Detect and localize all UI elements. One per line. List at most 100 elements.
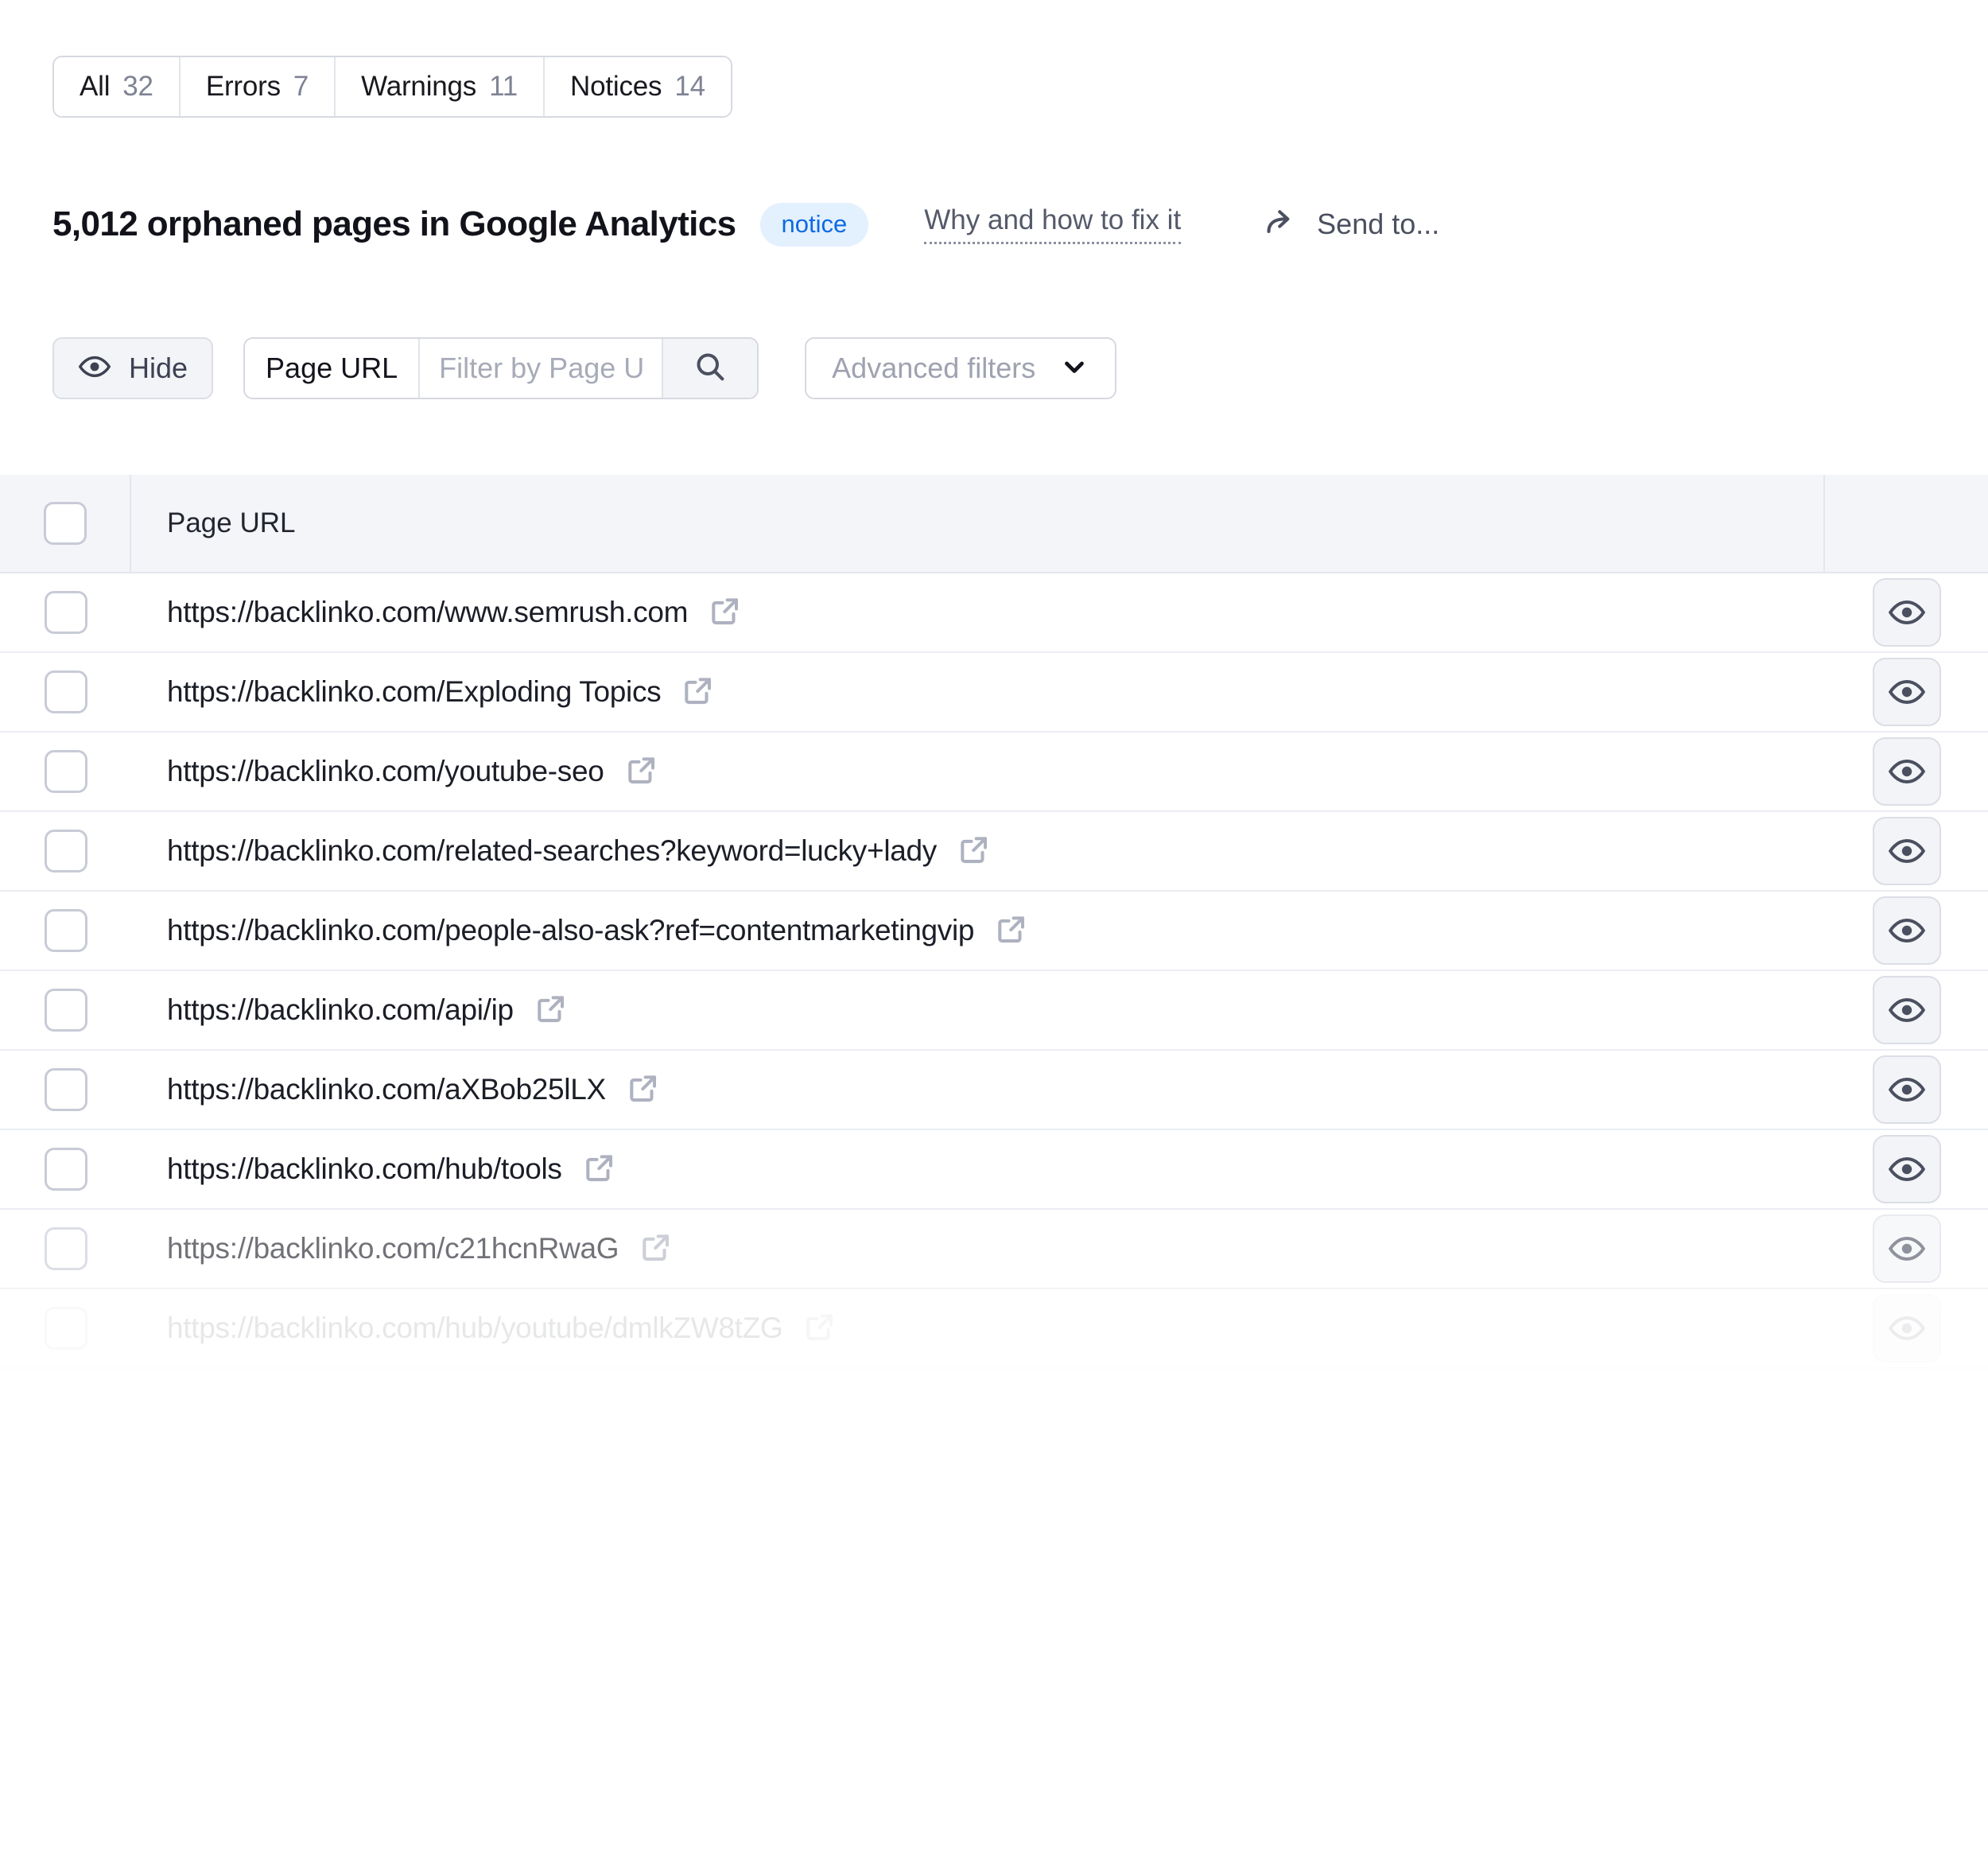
page-url-text: https://backlinko.com/c21hcnRwaG <box>167 1232 619 1265</box>
row-select-cell <box>0 1210 131 1288</box>
row-hide-button[interactable] <box>1872 976 1941 1044</box>
select-all-cell <box>0 475 131 572</box>
row-checkbox[interactable] <box>44 989 87 1032</box>
hide-button[interactable]: Hide <box>52 337 214 399</box>
row-url-cell: https://backlinko.com/related-searches?k… <box>131 812 1825 890</box>
advanced-filters-dropdown[interactable]: Advanced filters <box>805 337 1117 399</box>
external-link-icon[interactable] <box>583 1151 616 1188</box>
select-all-checkbox[interactable] <box>43 502 87 545</box>
table-row[interactable]: https://backlinko.com/youtube-seo <box>0 733 1988 812</box>
row-checkbox[interactable] <box>44 1068 87 1111</box>
row-hide-button[interactable] <box>1872 1215 1941 1283</box>
row-hide-button[interactable] <box>1872 1135 1941 1203</box>
row-hide-button[interactable] <box>1872 737 1941 806</box>
page-url-text: https://backlinko.com/api/ip <box>167 993 514 1026</box>
page-url-text: https://backlinko.com/www.semrush.com <box>167 596 689 628</box>
row-action-cell <box>1825 1051 1988 1129</box>
row-action-cell <box>1825 812 1988 890</box>
page-url-text: https://backlinko.com/youtube-seo <box>167 755 604 787</box>
tab-notices-label: Notices <box>570 71 662 102</box>
row-select-cell <box>0 1051 131 1129</box>
row-checkbox[interactable] <box>44 830 87 873</box>
page-url-filter-group: Page URL <box>243 337 759 399</box>
external-link-icon[interactable] <box>803 1310 837 1347</box>
table-row[interactable]: https://backlinko.com/people-also-ask?re… <box>0 892 1988 971</box>
table-header-row: Page URL <box>0 475 1988 573</box>
row-action-cell <box>1825 573 1988 651</box>
status-badge: notice <box>759 202 869 247</box>
row-select-cell <box>0 1130 131 1208</box>
row-checkbox[interactable] <box>44 670 87 713</box>
tab-all[interactable]: All 32 <box>54 57 181 116</box>
tab-notices-count: 14 <box>674 71 705 102</box>
eye-icon <box>78 350 111 387</box>
row-select-cell <box>0 971 131 1049</box>
page-url-text: https://backlinko.com/hub/tools <box>167 1152 562 1185</box>
why-and-how-to-fix-it-link[interactable]: Why and how to fix it <box>924 204 1182 244</box>
page-url-text: https://backlinko.com/Exploding Topics <box>167 675 662 708</box>
row-hide-button[interactable] <box>1872 817 1941 885</box>
issue-type-tabs: All 32 Errors 7 Warnings 11 Notices 14 <box>52 56 732 118</box>
row-action-cell <box>1825 733 1988 810</box>
search-field-selector[interactable]: Page URL <box>245 339 421 398</box>
filter-toolbar: Hide Page URL Advanced filters <box>52 337 1117 399</box>
tab-warnings[interactable]: Warnings 11 <box>336 57 546 116</box>
external-link-icon[interactable] <box>957 833 991 870</box>
tab-all-count: 32 <box>122 71 153 102</box>
row-select-cell <box>0 892 131 970</box>
table-row[interactable]: https://backlinko.com/hub/youtube/dmlkZW… <box>0 1289 1988 1369</box>
table-row[interactable]: https://backlinko.com/hub/tools <box>0 1130 1988 1210</box>
row-checkbox[interactable] <box>44 750 87 793</box>
table-row[interactable]: https://backlinko.com/www.semrush.com <box>0 573 1988 653</box>
row-hide-button[interactable] <box>1872 658 1941 726</box>
search-icon <box>693 349 728 388</box>
row-select-cell <box>0 573 131 651</box>
row-checkbox[interactable] <box>44 1227 87 1270</box>
row-checkbox[interactable] <box>44 1307 87 1350</box>
tab-warnings-count: 11 <box>489 71 518 102</box>
row-action-cell <box>1825 1289 1988 1367</box>
external-link-icon[interactable] <box>534 992 568 1029</box>
external-link-icon[interactable] <box>681 674 715 711</box>
tab-notices[interactable]: Notices 14 <box>545 57 731 116</box>
row-url-cell: https://backlinko.com/aXBob25lLX <box>131 1051 1825 1129</box>
issue-table: Page URL https://backlinko.com/www.semru… <box>0 475 1988 1369</box>
external-link-icon[interactable] <box>639 1230 673 1268</box>
row-hide-button[interactable] <box>1872 578 1941 647</box>
row-select-cell <box>0 812 131 890</box>
row-url-cell: https://backlinko.com/Exploding Topics <box>131 653 1825 731</box>
row-checkbox[interactable] <box>44 909 87 952</box>
row-hide-button[interactable] <box>1872 1294 1941 1362</box>
table-row[interactable]: https://backlinko.com/related-searches?k… <box>0 812 1988 892</box>
row-action-cell <box>1825 892 1988 970</box>
search-button[interactable] <box>662 339 758 398</box>
table-row[interactable]: https://backlinko.com/Exploding Topics <box>0 653 1988 733</box>
table-row[interactable]: https://backlinko.com/c21hcnRwaG <box>0 1210 1988 1289</box>
external-link-icon[interactable] <box>627 1071 660 1109</box>
row-url-cell: https://backlinko.com/hub/youtube/dmlkZW… <box>131 1289 1825 1367</box>
chevron-down-icon <box>1059 352 1089 386</box>
external-link-icon[interactable] <box>995 912 1028 950</box>
tab-errors-count: 7 <box>293 71 309 102</box>
page-url-text: https://backlinko.com/people-also-ask?re… <box>167 914 975 946</box>
issue-header: 5,012 orphaned pages in Google Analytics… <box>52 200 1439 248</box>
tab-errors-label: Errors <box>205 71 281 102</box>
row-checkbox[interactable] <box>44 591 87 634</box>
row-select-cell <box>0 653 131 731</box>
row-url-cell: https://backlinko.com/api/ip <box>131 971 1825 1049</box>
external-link-icon[interactable] <box>625 753 658 791</box>
row-hide-button[interactable] <box>1872 1055 1941 1124</box>
send-to-label: Send to... <box>1317 208 1440 240</box>
row-url-cell: https://backlinko.com/www.semrush.com <box>131 573 1825 651</box>
row-checkbox[interactable] <box>44 1148 87 1191</box>
table-row[interactable]: https://backlinko.com/aXBob25lLX <box>0 1051 1988 1130</box>
table-row[interactable]: https://backlinko.com/api/ip <box>0 971 1988 1051</box>
row-url-cell: https://backlinko.com/hub/tools <box>131 1130 1825 1208</box>
external-link-icon[interactable] <box>709 594 742 632</box>
search-input[interactable] <box>420 339 662 398</box>
tab-errors[interactable]: Errors 7 <box>180 57 336 116</box>
row-hide-button[interactable] <box>1872 896 1941 965</box>
send-to-button[interactable]: Send to... <box>1264 205 1439 244</box>
row-action-cell <box>1825 971 1988 1049</box>
hide-label: Hide <box>129 352 188 384</box>
